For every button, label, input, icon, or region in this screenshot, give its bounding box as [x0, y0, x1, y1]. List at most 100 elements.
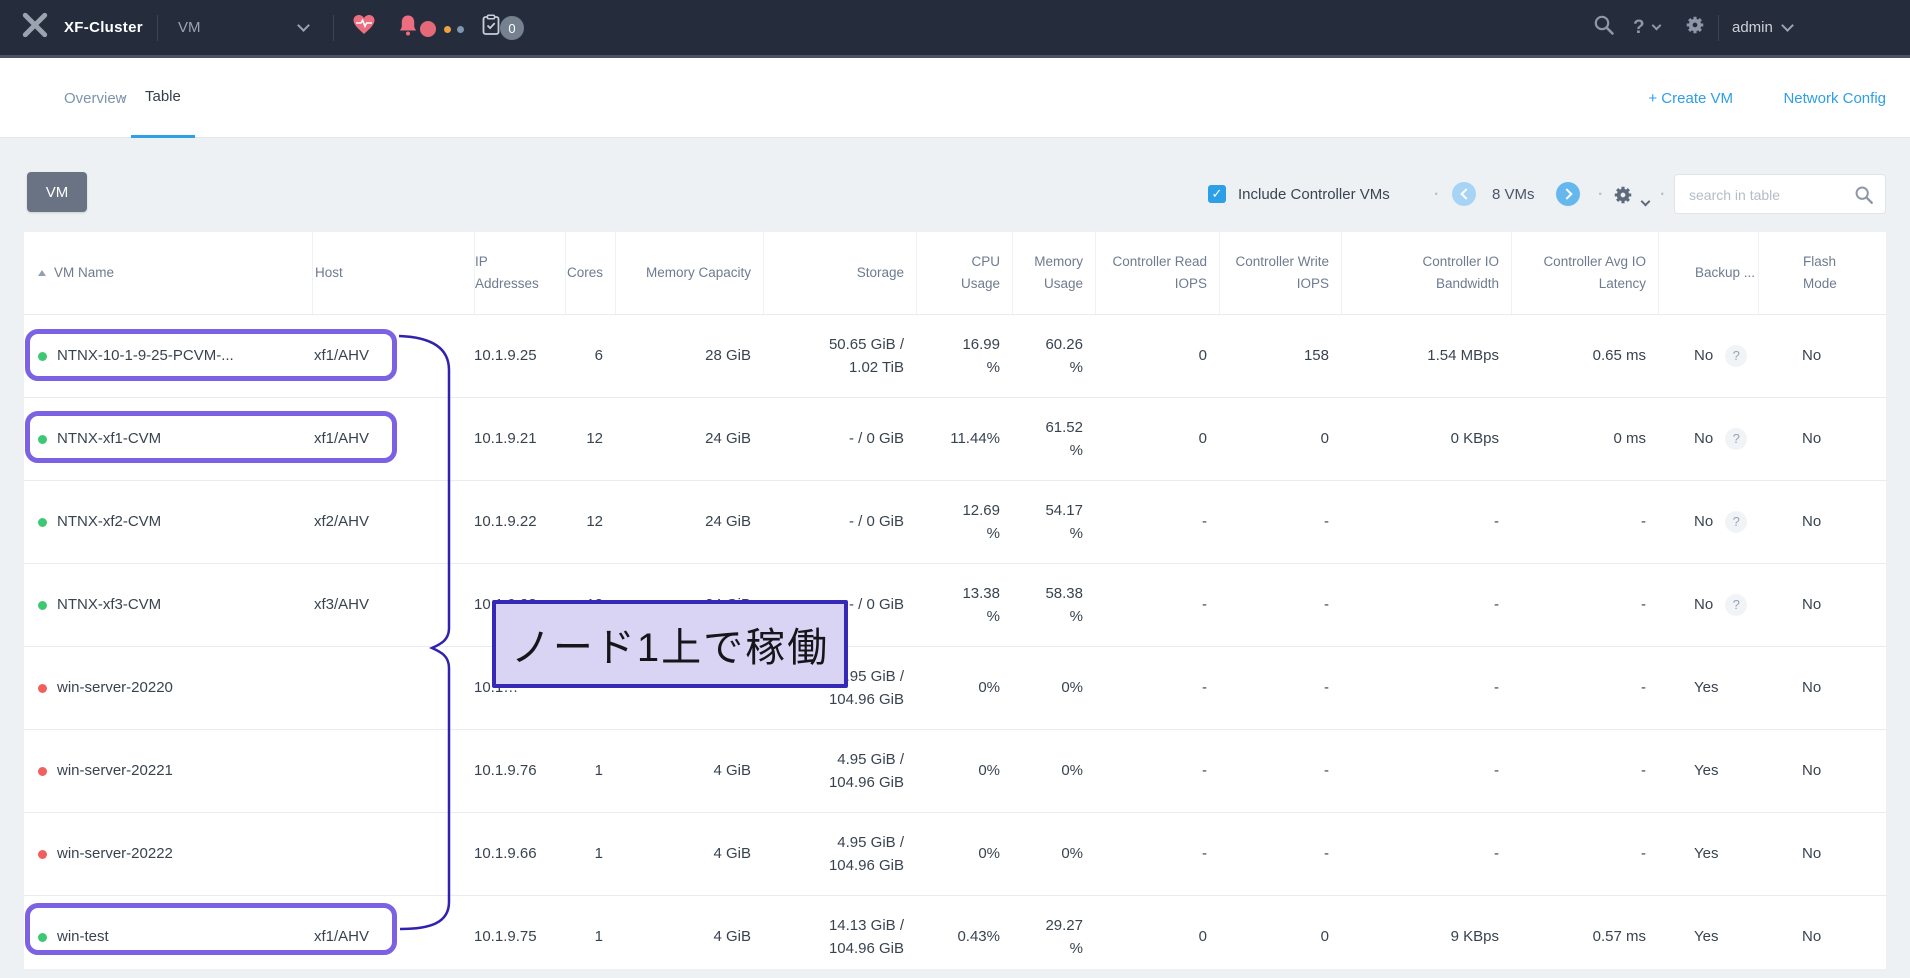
- table-row[interactable]: win-server-2022210.1.9.6614 GiB4.95 GiB …: [24, 812, 1886, 895]
- cell-flash_mode: No: [1758, 925, 1886, 948]
- tab-overview[interactable]: Overview: [64, 58, 127, 138]
- cell-ip: 10.1.9.66: [474, 842, 565, 865]
- cell-host: xf1/AHV: [312, 427, 474, 450]
- search-button[interactable]: [1593, 0, 1615, 55]
- column-header-backup[interactable]: Backup ...: [1658, 232, 1758, 314]
- cell-controller_write_iops: 0: [1219, 427, 1341, 450]
- chevron-down-icon: [1781, 19, 1794, 32]
- column-header-controller_write_iops[interactable]: Controller Write IOPS: [1219, 232, 1341, 314]
- column-header-controller_read_iops[interactable]: Controller Read IOPS: [1095, 232, 1219, 314]
- cell-controller_avg_io_latency: 0.65 ms: [1511, 344, 1658, 367]
- prev-page-button[interactable]: [1452, 182, 1476, 206]
- divider: [157, 15, 158, 41]
- network-config-button[interactable]: Network Config: [1783, 58, 1886, 138]
- cell-name: NTNX-xf3-CVM: [24, 593, 312, 616]
- column-header-name[interactable]: VM Name: [24, 232, 312, 314]
- table-row[interactable]: NTNX-xf2-CVMxf2/AHV10.1.9.221224 GiB- / …: [24, 480, 1886, 563]
- app-logo[interactable]: [22, 0, 48, 55]
- health-button[interactable]: [352, 0, 376, 55]
- cell-memory_usage: 54.17 %: [1012, 499, 1095, 546]
- tasks-button[interactable]: [481, 0, 501, 55]
- column-header-ip[interactable]: IP Addresses: [474, 232, 565, 314]
- user-menu[interactable]: admin: [1732, 0, 1792, 55]
- help-icon[interactable]: ?: [1725, 345, 1747, 367]
- cell-controller_write_iops: -: [1219, 676, 1341, 699]
- column-label: Cores: [567, 262, 603, 284]
- table-row[interactable]: NTNX-xf1-CVMxf1/AHV10.1.9.211224 GiB- / …: [24, 397, 1886, 480]
- cell-backup: Yes: [1658, 759, 1758, 782]
- cell-cores: 12: [565, 427, 615, 450]
- column-header-storage[interactable]: Storage: [763, 232, 916, 314]
- column-header-memory_usage[interactable]: Memory Usage: [1012, 232, 1095, 314]
- table-settings-button[interactable]: [1612, 184, 1634, 211]
- cell-flash_mode: No: [1758, 427, 1886, 450]
- cell-cores: 1: [565, 925, 615, 948]
- column-header-controller_avg_io_latency[interactable]: Controller Avg IO Latency: [1511, 232, 1658, 314]
- cell-backup: No?: [1658, 510, 1758, 533]
- divider: [1718, 15, 1719, 41]
- table-row[interactable]: win-server-2022110.1.9.7614 GiB4.95 GiB …: [24, 729, 1886, 812]
- cell-name: win-server-20222: [24, 842, 312, 865]
- tab-table[interactable]: Table: [131, 58, 195, 138]
- cell-backup: No?: [1658, 344, 1758, 367]
- divider: [333, 15, 334, 41]
- help-menu[interactable]: ?: [1633, 0, 1660, 55]
- entity-selector-dropdown[interactable]: VM: [178, 0, 308, 55]
- cell-host: xf1/AHV: [312, 344, 474, 367]
- cell-backup: No?: [1658, 593, 1758, 616]
- cell-host: xf1/AHV: [312, 925, 474, 948]
- column-header-controller_io_bandwidth[interactable]: Controller IO Bandwidth: [1341, 232, 1511, 314]
- search-input[interactable]: [1675, 175, 1861, 215]
- column-label: IP Addresses: [475, 251, 539, 296]
- table-row[interactable]: win-server-2022010.1…4.95 GiB / 104.96 G…: [24, 646, 1886, 729]
- table-row[interactable]: win-testxf1/AHV10.1.9.7514 GiB14.13 GiB …: [24, 895, 1886, 978]
- help-icon[interactable]: ?: [1725, 428, 1747, 450]
- next-page-button[interactable]: [1556, 182, 1580, 206]
- table-settings-chevron[interactable]: [1642, 192, 1649, 210]
- help-icon[interactable]: ?: [1725, 511, 1747, 533]
- power-on-dot: [38, 352, 47, 361]
- column-header-memory[interactable]: Memory Capacity: [615, 232, 763, 314]
- column-header-host[interactable]: Host: [312, 232, 474, 314]
- cell-controller_write_iops: 0: [1219, 925, 1341, 948]
- cell-cpu_usage: 0%: [916, 759, 1012, 782]
- create-vm-button[interactable]: + Create VM: [1648, 58, 1733, 138]
- include-controller-vms-checkbox[interactable]: ✓: [1208, 185, 1226, 203]
- cell-memory_usage: 29.27 %: [1012, 914, 1095, 961]
- power-off-dot: [38, 684, 47, 693]
- cell-controller_write_iops: -: [1219, 593, 1341, 616]
- info-dot[interactable]: [457, 26, 464, 33]
- cell-cpu_usage: 11.44%: [916, 427, 1012, 450]
- cell-controller_io_bandwidth: -: [1341, 759, 1511, 782]
- column-label: Controller IO Bandwidth: [1422, 251, 1499, 296]
- cell-backup: Yes: [1658, 842, 1758, 865]
- table-row[interactable]: NTNX-10-1-9-25-PCVM-...xf1/AHV10.1.9.256…: [24, 314, 1886, 397]
- cell-ip: 10.1.9.21: [474, 427, 565, 450]
- cell-name: win-test: [24, 925, 312, 948]
- tab-separator: ·: [122, 58, 127, 138]
- cell-storage: 4.95 GiB / 104.96 GiB: [763, 665, 916, 712]
- critical-alert-dot[interactable]: [420, 21, 436, 37]
- vm-entity-button[interactable]: VM: [27, 172, 87, 212]
- tasks-count-badge[interactable]: 0: [500, 16, 524, 40]
- column-header-cpu_usage[interactable]: CPU Usage: [916, 232, 1012, 314]
- cell-host: xf3/AHV: [312, 593, 474, 616]
- cell-controller_io_bandwidth: -: [1341, 676, 1511, 699]
- cell-memory: 28 GiB: [615, 344, 763, 367]
- cell-flash_mode: No: [1758, 344, 1886, 367]
- dot-separator: ·: [1598, 186, 1603, 204]
- cell-name: NTNX-xf2-CVM: [24, 510, 312, 533]
- settings-button[interactable]: [1684, 0, 1706, 55]
- help-icon[interactable]: ?: [1725, 594, 1747, 616]
- column-header-cores[interactable]: Cores: [565, 232, 615, 314]
- cell-memory_usage: 0%: [1012, 842, 1095, 865]
- cell-memory_usage: 58.38 %: [1012, 582, 1095, 629]
- table-row[interactable]: NTNX-xf3-CVMxf3/AHV10.1.9.231224 GiB- / …: [24, 563, 1886, 646]
- column-header-flash_mode[interactable]: Flash Mode: [1758, 232, 1886, 314]
- warning-dot[interactable]: [444, 26, 451, 33]
- power-off-dot: [38, 767, 47, 776]
- search-icon[interactable]: [1854, 185, 1874, 205]
- cluster-name[interactable]: XF-Cluster: [64, 0, 143, 55]
- alerts-button[interactable]: [398, 0, 418, 55]
- subnav: Overview · Table + Create VM Network Con…: [0, 58, 1910, 138]
